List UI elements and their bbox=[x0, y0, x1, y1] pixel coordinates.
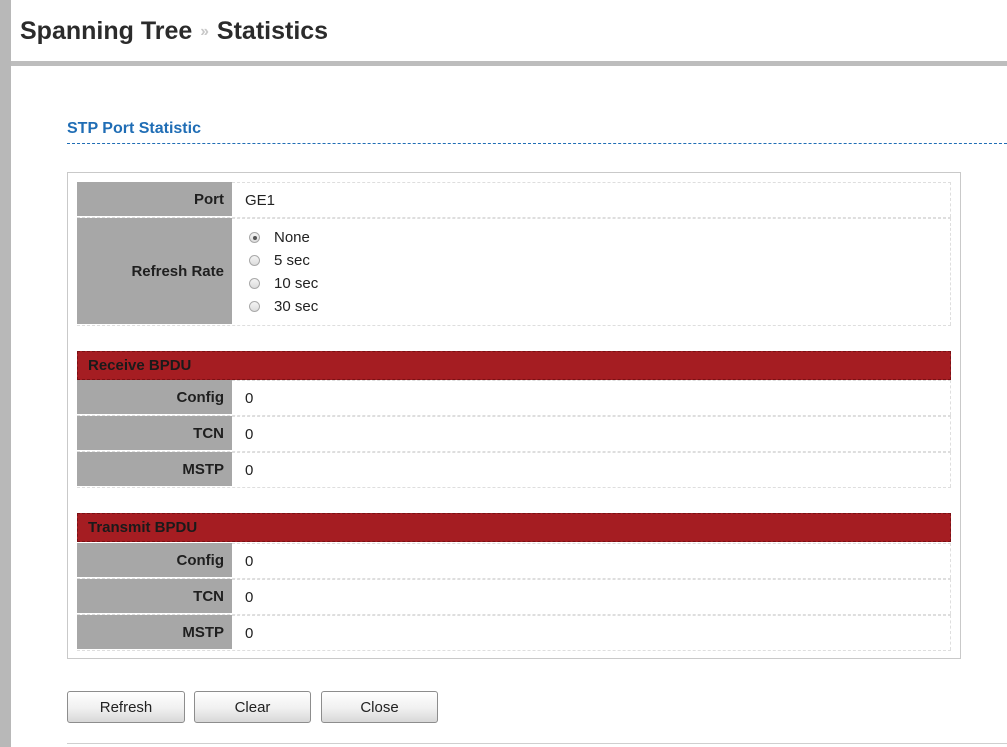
transmit-config-row: Config 0 bbox=[77, 543, 951, 579]
radio-label: 30 sec bbox=[274, 298, 319, 315]
refresh-rate-option-5sec[interactable]: 5 sec bbox=[249, 249, 318, 272]
receive-tcn-label: TCN bbox=[77, 416, 232, 451]
action-buttons: Refresh Clear Close bbox=[67, 691, 447, 723]
receive-mstp-value: 0 bbox=[232, 452, 951, 487]
port-row: Port GE1 bbox=[77, 182, 951, 218]
clear-button[interactable]: Clear bbox=[194, 691, 311, 723]
receive-tcn-value: 0 bbox=[232, 416, 951, 451]
radio-unselected-icon[interactable] bbox=[249, 301, 260, 312]
refresh-rate-options: None 5 sec 10 sec 30 sec bbox=[232, 218, 951, 325]
bottom-divider bbox=[67, 743, 1007, 744]
receive-config-value: 0 bbox=[232, 380, 951, 415]
transmit-bpdu-header: Transmit BPDU bbox=[77, 513, 951, 542]
breadcrumb-current: Statistics bbox=[216, 17, 329, 45]
refresh-rate-row: Refresh Rate None 5 sec 10 sec 30 sec bbox=[77, 218, 951, 326]
receive-bpdu-header: Receive BPDU bbox=[77, 351, 951, 380]
refresh-rate-option-30sec[interactable]: 30 sec bbox=[249, 295, 318, 318]
left-frame-bar bbox=[0, 0, 11, 747]
transmit-mstp-value: 0 bbox=[232, 615, 951, 650]
transmit-tcn-row: TCN 0 bbox=[77, 579, 951, 615]
section-title: STP Port Statistic bbox=[67, 120, 201, 137]
transmit-tcn-label: TCN bbox=[77, 579, 232, 614]
transmit-tcn-value: 0 bbox=[232, 579, 951, 614]
receive-mstp-row: MSTP 0 bbox=[77, 452, 951, 488]
section-divider bbox=[67, 143, 1007, 144]
refresh-rate-option-none[interactable]: None bbox=[249, 226, 318, 249]
port-value: GE1 bbox=[232, 182, 951, 217]
radio-label: 10 sec bbox=[274, 275, 319, 292]
breadcrumb-separator-icon: ›› bbox=[200, 23, 209, 40]
page-title: Spanning Tree ›› Statistics bbox=[20, 17, 328, 46]
refresh-button[interactable]: Refresh bbox=[67, 691, 185, 723]
radio-label: 5 sec bbox=[274, 252, 310, 269]
radio-label: None bbox=[274, 229, 310, 246]
close-button[interactable]: Close bbox=[321, 691, 438, 723]
port-label: Port bbox=[77, 182, 232, 217]
title-divider bbox=[11, 61, 1007, 66]
receive-mstp-label: MSTP bbox=[77, 452, 232, 487]
receive-config-label: Config bbox=[77, 380, 232, 415]
radio-unselected-icon[interactable] bbox=[249, 255, 260, 266]
breadcrumb-parent: Spanning Tree bbox=[20, 17, 193, 45]
transmit-config-label: Config bbox=[77, 543, 232, 578]
transmit-mstp-row: MSTP 0 bbox=[77, 615, 951, 651]
refresh-rate-label: Refresh Rate bbox=[77, 218, 232, 325]
receive-config-row: Config 0 bbox=[77, 380, 951, 416]
refresh-rate-radio-group: None 5 sec 10 sec 30 sec bbox=[245, 226, 318, 318]
refresh-rate-option-10sec[interactable]: 10 sec bbox=[249, 272, 318, 295]
radio-selected-icon[interactable] bbox=[249, 232, 260, 243]
statistics-panel: Port GE1 Refresh Rate None 5 sec 10 sec bbox=[67, 172, 961, 659]
radio-unselected-icon[interactable] bbox=[249, 278, 260, 289]
receive-tcn-row: TCN 0 bbox=[77, 416, 951, 452]
transmit-config-value: 0 bbox=[232, 543, 951, 578]
transmit-mstp-label: MSTP bbox=[77, 615, 232, 650]
